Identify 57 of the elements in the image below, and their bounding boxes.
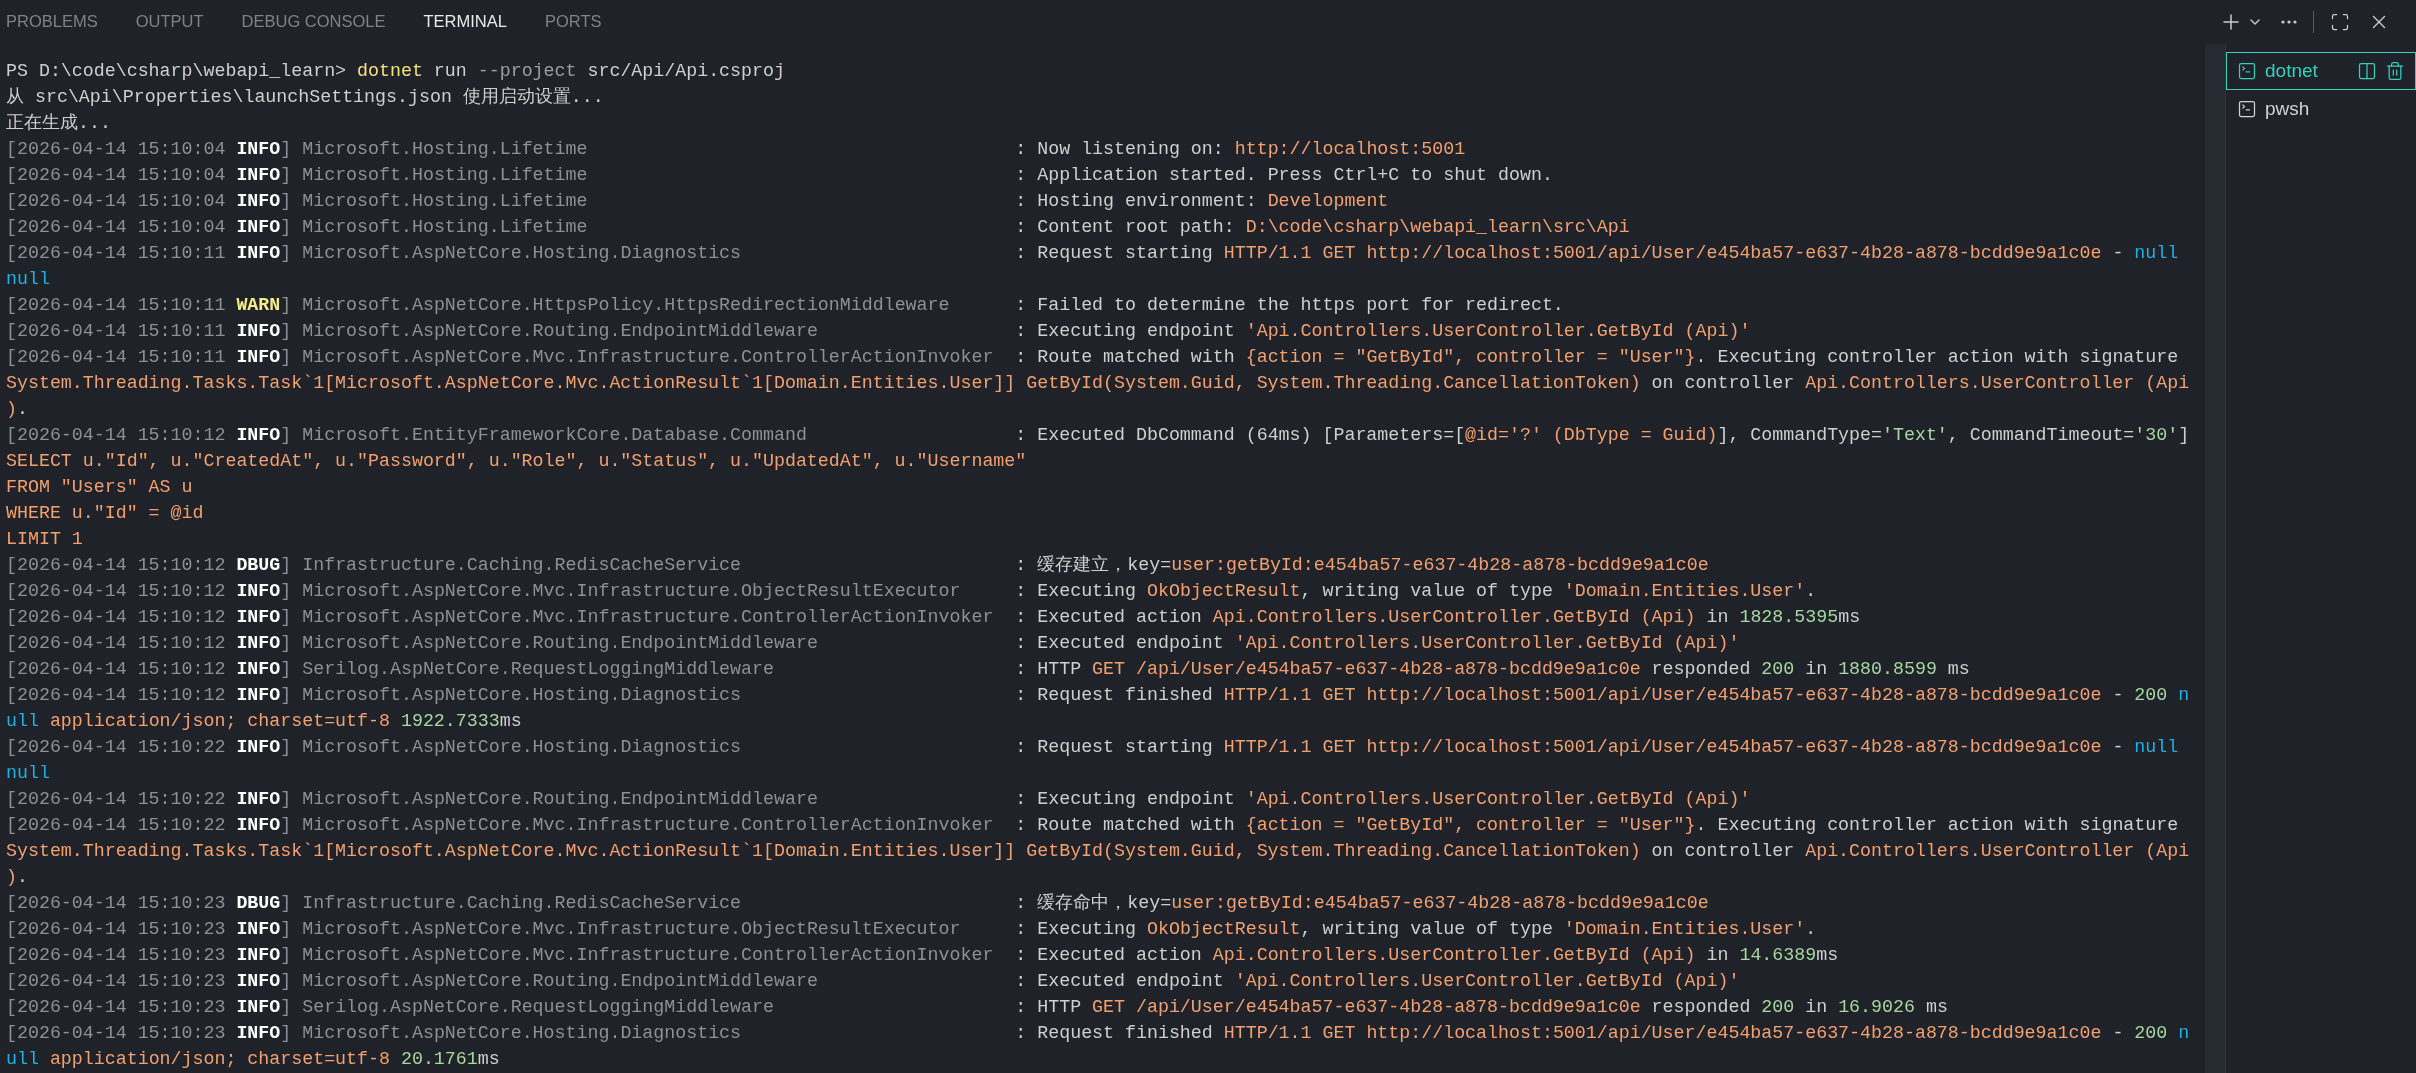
terminal-line: [2026-04-14 15:10:11 INFO] Microsoft.AspNetCore.Hosting.Diagnostics : Request starting HTTP/1.1 GET http://localhost:5001/api/User/e454ba57-e637-4b28-a878-bcdd9e9a1c0e - null [6, 242, 2180, 265]
terminal-line: null [6, 762, 51, 785]
maximize-icon [2330, 12, 2350, 32]
terminal-line: SELECT u."Id", u."CreatedAt", u."Password", u."Role", u."Status", u."UpdatedAt", u."Username" [6, 450, 1028, 473]
terminal-line: [2026-04-14 15:10:22 INFO] Microsoft.AspNetCore.Routing.EndpointMiddleware : Executing endpoint 'Api.Controllers.UserController.GetById (Api)' [6, 788, 1752, 811]
terminal-line: [2026-04-14 15:10:12 INFO] Microsoft.EntityFrameworkCore.Database.Command : Executed DbCommand (64ms) [Parameters=[@id='?' (DbType = Guid)], CommandType='Text', CommandTimeout='30'] [6, 424, 2191, 447]
terminal-line: [2026-04-14 15:10:12 INFO] Microsoft.AspNetCore.Hosting.Diagnostics : Request finished HTTP/1.1 GET http://localhost:5001/api/User/e454ba57-e637-4b28-a878-bcdd9e9a1c0e - 200 n [6, 684, 2191, 707]
terminal-line: [2026-04-14 15:10:04 INFO] Microsoft.Hosting.Lifetime : Hosting environment: Development [6, 190, 1390, 213]
ellipsis-icon [2281, 20, 2297, 24]
terminal-line: WHERE u."Id" = @id [6, 502, 205, 525]
terminal-icon [2237, 61, 2257, 81]
terminal-line: [2026-04-14 15:10:04 INFO] Microsoft.Hosting.Lifetime : Content root path: D:\code\csharp\webapi_learn\src\Api [6, 216, 1631, 239]
terminal-line: [2026-04-14 15:10:23 INFO] Microsoft.AspNetCore.Mvc.Infrastructure.ControllerActionInvoker : Executed action Api.Controllers.UserController.GetById (Api) in 14.6389ms [6, 944, 1840, 967]
terminal-list-item[interactable]: pwsh [2226, 90, 2416, 128]
terminal-line: System.Threading.Tasks.Task`1[Microsoft.AspNetCore.Mvc.ActionResult`1[Domain.Entities.User]] GetById(System.Guid, System.Threading.CancellationToken) on controller Api.Controllers.UserController (Api [6, 372, 2191, 395]
terminal-line: [2026-04-14 15:10:23 INFO] Microsoft.AspNetCore.Mvc.Infrastructure.ObjectResultExecutor : Executing OkObjectResult, writing value of type 'Domain.Entities.User'. [6, 918, 1818, 941]
terminal-line: ull application/json; charset=utf-8 20.1761ms [6, 1048, 501, 1071]
terminal-line: [2026-04-14 15:10:12 INFO] Microsoft.AspNetCore.Routing.EndpointMiddleware : Executed endpoint 'Api.Controllers.UserController.GetById (Api)' [6, 632, 1741, 655]
panel-tab[interactable]: TERMINAL [423, 8, 507, 36]
terminal-line: null [6, 268, 51, 291]
terminal-line: [2026-04-14 15:10:12 INFO] Serilog.AspNetCore.RequestLoggingMiddleware : HTTP GET /api/User/e454ba57-e637-4b28-a878-bcdd9e9a1c0e responded 200 in 1880.8599 ms [6, 658, 1971, 681]
panel-tab[interactable]: DEBUG CONSOLE [241, 8, 386, 36]
delete-button[interactable] [2385, 61, 2405, 81]
terminal-line: [2026-04-14 15:10:04 INFO] Microsoft.Hosting.Lifetime : Now listening on: http://localhost:5001 [6, 138, 1467, 161]
terminal-line: [2026-04-14 15:10:23 DBUG] Infrastructure.Caching.RedisCacheService : 缓存命中，key=user:getById:e454ba57-e637-4b28-a878-bcdd9e9a1c0e [6, 892, 1710, 915]
terminal-line: [2026-04-14 15:10:12 DBUG] Infrastructure.Caching.RedisCacheService : 缓存建立，key=user:getById:e454ba57-e637-4b28-a878-bcdd9e9a1c0e [6, 554, 1710, 577]
terminal-icon [2237, 99, 2257, 119]
split-button[interactable] [2357, 61, 2377, 81]
terminal-line: [2026-04-14 15:10:23 INFO] Serilog.AspNetCore.RequestLoggingMiddleware : HTTP GET /api/User/e454ba57-e637-4b28-a878-bcdd9e9a1c0e responded 200 in 16.9026 ms [6, 996, 1949, 1019]
terminal-line: System.Threading.Tasks.Task`1[Microsoft.AspNetCore.Mvc.ActionResult`1[Domain.Entities.User]] GetById(System.Guid, System.Threading.CancellationToken) on controller Api.Controllers.UserController (Api [6, 840, 2191, 863]
terminal-line: [2026-04-14 15:10:11 INFO] Microsoft.AspNetCore.Routing.EndpointMiddleware : Executing endpoint 'Api.Controllers.UserController.GetById (Api)' [6, 320, 1752, 343]
terminal-line: [2026-04-14 15:10:04 INFO] Microsoft.Hosting.Lifetime : Application started. Press Ctrl+C to shut down. [6, 164, 1554, 187]
terminal-line: [2026-04-14 15:10:22 INFO] Microsoft.AspNetCore.Hosting.Diagnostics : Request starting HTTP/1.1 GET http://localhost:5001/api/User/e454ba57-e637-4b28-a878-bcdd9e9a1c0e - null [6, 736, 2180, 759]
terminal-line: [2026-04-14 15:10:11 WARN] Microsoft.AspNetCore.HttpsPolicy.HttpsRedirectionMiddleware : Failed to determine the https port for redirect. [6, 294, 1565, 317]
terminal-line: ull application/json; charset=utf-8 1922.7333ms [6, 710, 523, 733]
terminal-line: [2026-04-14 15:10:11 INFO] Microsoft.AspNetCore.Mvc.Infrastructure.ControllerActionInvoker : Route matched with {action = "GetById", controller = "User"}. Executing controller action with signature [6, 346, 2180, 369]
terminal-line: [2026-04-14 15:10:23 INFO] Microsoft.AspNetCore.Hosting.Diagnostics : Request finished HTTP/1.1 GET http://localhost:5001/api/User/e454ba57-e637-4b28-a878-bcdd9e9a1c0e - 200 n [6, 1022, 2191, 1045]
terminal-line: ). [6, 398, 29, 421]
terminal-line: [2026-04-14 15:10:12 INFO] Microsoft.AspNetCore.Mvc.Infrastructure.ObjectResultExecutor : Executing OkObjectResult, writing value of type 'Domain.Entities.User'. [6, 580, 1818, 603]
terminal-line: ). [6, 866, 29, 889]
terminal-line: 从 src\Api\Properties\launchSettings.json 使用启动设置... [6, 86, 605, 109]
terminal-line: [2026-04-14 15:10:12 INFO] Microsoft.AspNetCore.Mvc.Infrastructure.ControllerActionInvoker : Executed action Api.Controllers.UserController.GetById (Api) in 1828.5395ms [6, 606, 1862, 629]
terminal-line: LIMIT 1 [6, 528, 84, 551]
terminal-line: [2026-04-14 15:10:23 INFO] Microsoft.AspNetCore.Routing.EndpointMiddleware : Executed endpoint 'Api.Controllers.UserController.GetById (Api)' [6, 970, 1741, 993]
terminal-line: 正在生成... [6, 112, 112, 135]
split-icon [2357, 61, 2377, 81]
panel-tab[interactable]: PROBLEMS [6, 8, 98, 36]
terminal-list-item[interactable]: dotnet [2226, 52, 2416, 90]
terminal-line: PS D:\code\csharp\webapi_learn> dotnet run --project src/Api/Api.csproj [6, 60, 786, 83]
terminal-name: dotnet [2265, 60, 2319, 82]
panel-tab[interactable]: PORTS [544, 8, 602, 36]
panel-tab[interactable]: OUTPUT [135, 8, 204, 36]
trash-icon [2385, 61, 2405, 81]
more-button[interactable] [2279, 18, 2299, 26]
terminal-name: pwsh [2265, 98, 2311, 120]
terminal-line: [2026-04-14 15:10:22 INFO] Microsoft.AspNetCore.Mvc.Infrastructure.ControllerActionInvoker : Route matched with {action = "GetById", controller = "User"}. Executing controller action with signature [6, 814, 2180, 837]
terminal-line: FROM "Users" AS u [6, 476, 194, 499]
